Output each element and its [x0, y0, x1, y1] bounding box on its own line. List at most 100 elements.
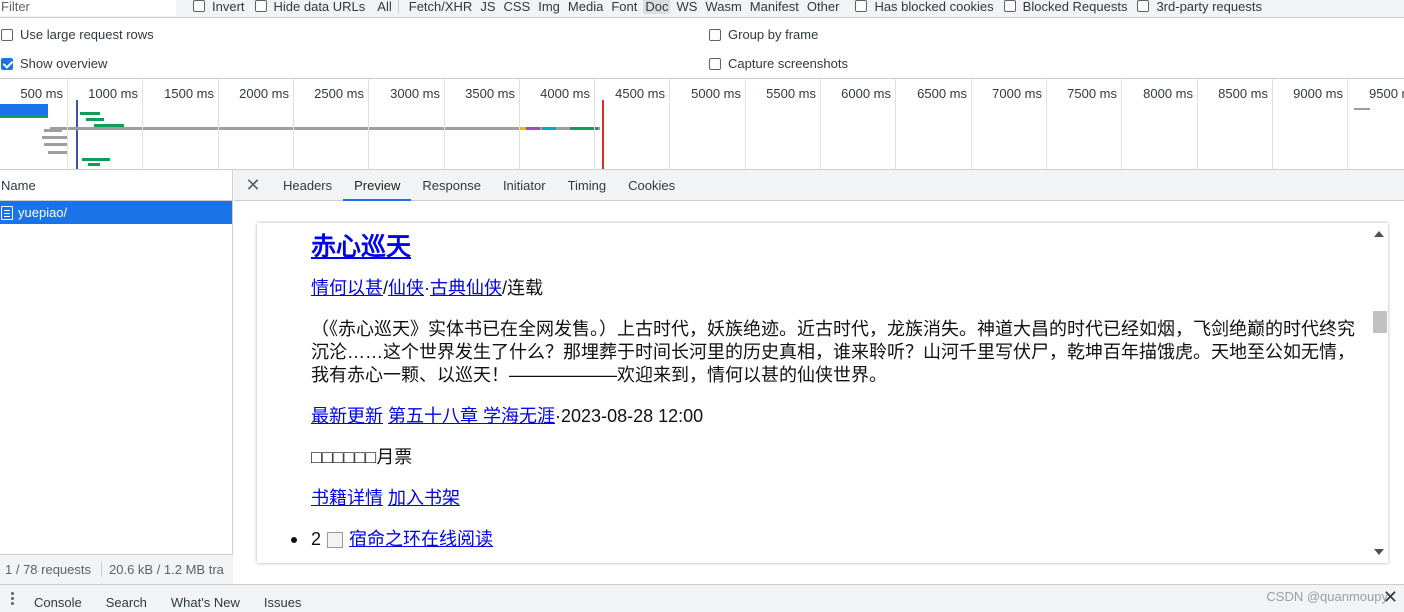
type-filter-font[interactable]: Font — [609, 0, 639, 14]
checkbox-box[interactable] — [709, 28, 721, 41]
drawer-tab-issues[interactable]: Issues — [252, 587, 314, 610]
drawer-tab-console[interactable]: Console — [22, 587, 94, 610]
type-filter-media[interactable]: Media — [566, 0, 605, 14]
overview-bar — [82, 158, 110, 161]
third-party-requests-checkbox[interactable]: 3rd-party requests — [1137, 0, 1262, 14]
timeline-tick-label: 2500 ms — [314, 86, 364, 101]
timeline-gridline — [293, 79, 294, 169]
filter-options: Invert Hide data URLs All Fetch/XHR JS C… — [193, 0, 1272, 15]
tab-cookies[interactable]: Cookies — [617, 170, 686, 200]
status-summary: 1 / 78 requests 20.6 kB / 1.2 MB tra — [0, 554, 233, 584]
timeline-gridline — [1347, 79, 1348, 169]
timeline-gridline — [519, 79, 520, 169]
request-detail-panel: ✕ Headers Preview Response Initiator Tim… — [234, 170, 1404, 584]
tab-response[interactable]: Response — [411, 170, 492, 200]
overview-bar-main-download — [0, 115, 48, 118]
tab-initiator[interactable]: Initiator — [492, 170, 557, 200]
checkbox-box[interactable] — [1003, 0, 1016, 12]
large-rows-option[interactable]: Use large request rows — [1, 27, 154, 42]
drawer-tab-search[interactable]: Search — [94, 587, 159, 610]
preview-scrollbar[interactable] — [1370, 223, 1388, 563]
html-preview[interactable]: 赤心巡天 情何以甚/仙侠·古典仙侠/连载 （《赤心巡天》实体书已在全网发售。）上… — [257, 223, 1388, 563]
overview-long-request — [50, 127, 600, 130]
type-filter-css[interactable]: CSS — [502, 0, 533, 14]
checkbox-box[interactable] — [254, 0, 267, 12]
timeline-tick-label: 6500 ms — [917, 86, 967, 101]
group-by-frame-option[interactable]: Group by frame — [709, 27, 818, 42]
latest-update-link[interactable]: 最新更新 — [311, 406, 383, 426]
close-icon[interactable]: ✕ — [234, 170, 272, 200]
network-overview[interactable]: 500 ms 1000 ms 1500 ms 2000 ms 2500 ms 3000 m… — [0, 78, 1404, 170]
checkbox-box[interactable] — [709, 57, 721, 70]
type-filter-fetch-xhr[interactable]: Fetch/XHR — [407, 0, 475, 14]
type-filter-doc[interactable]: Doc — [643, 0, 671, 14]
add-to-shelf-link[interactable]: 加入书架 — [388, 488, 460, 508]
name-column-header[interactable]: Name — [0, 170, 232, 201]
category-link[interactable]: 仙侠 — [388, 278, 424, 298]
has-blocked-cookies-checkbox[interactable]: Has blocked cookies — [855, 0, 994, 14]
timeline-tick-label: 500 ms — [20, 86, 63, 101]
tab-preview[interactable]: Preview — [343, 170, 412, 201]
type-filter-other[interactable]: Other — [805, 0, 842, 14]
timeline-tick-label: 1500 ms — [164, 86, 214, 101]
timeline-tick-label: 5500 ms — [766, 86, 816, 101]
checkbox-box[interactable] — [193, 0, 205, 12]
timeline-tick-label: 3500 ms — [465, 86, 515, 101]
tab-timing[interactable]: Timing — [557, 170, 618, 200]
request-row[interactable]: yuepiao/ — [0, 201, 232, 224]
type-filter-js[interactable]: JS — [478, 0, 497, 14]
filter-input[interactable] — [0, 0, 176, 16]
scroll-down-icon[interactable] — [1374, 549, 1384, 555]
drawer-tab-whats-new[interactable]: What's New — [159, 587, 252, 610]
checkbox-box[interactable] — [1137, 0, 1150, 12]
timeline-tick-label: 9000 ms — [1293, 86, 1343, 101]
overview-bar — [48, 151, 68, 154]
request-name: yuepiao/ — [18, 205, 68, 220]
type-filter-ws[interactable]: WS — [674, 0, 699, 14]
monthly-ticket: □□□□□□月票 — [311, 447, 413, 467]
timeline-tick-label: 7500 ms — [1067, 86, 1117, 101]
requests-count: 1 / 78 requests — [0, 562, 102, 577]
show-overview-option[interactable]: Show overview — [1, 56, 107, 71]
type-filter-all[interactable]: All — [375, 0, 393, 14]
close-drawer-icon[interactable]: ✕ — [1383, 587, 1398, 608]
document-icon — [1, 205, 13, 220]
transferred-size: 20.6 kB / 1.2 MB tra — [109, 562, 224, 577]
more-options-icon[interactable] — [2, 592, 22, 605]
type-filter-wasm[interactable]: Wasm — [703, 0, 743, 14]
type-filter-img[interactable]: Img — [536, 0, 562, 14]
latest-chapter-link[interactable]: 第五十八章 学海无涯 — [388, 406, 555, 426]
latest-update-time: ·2023-08-28 12:00 — [555, 406, 704, 426]
scroll-up-icon[interactable] — [1374, 231, 1384, 237]
subcategory-link[interactable]: 古典仙侠 — [430, 278, 502, 298]
overview-bar — [526, 127, 540, 130]
book-title-link[interactable]: 赤心巡天 — [311, 233, 411, 261]
invert-checkbox[interactable]: Invert — [193, 0, 245, 14]
scrollbar-thumb[interactable] — [1373, 311, 1387, 333]
timeline-gridline — [745, 79, 746, 169]
author-link[interactable]: 情何以甚 — [311, 278, 383, 298]
timeline-gridline — [444, 79, 445, 169]
overview-bar — [1354, 108, 1370, 110]
timeline-gridline — [820, 79, 821, 169]
tab-headers[interactable]: Headers — [272, 170, 343, 200]
type-filter-manifest[interactable]: Manifest — [748, 0, 801, 14]
blocked-requests-checkbox[interactable]: Blocked Requests — [1003, 0, 1127, 14]
timeline-gridline — [67, 79, 68, 169]
checkbox-box[interactable] — [855, 0, 868, 12]
hide-data-urls-checkbox[interactable]: Hide data URLs — [254, 0, 365, 14]
book-details-link[interactable]: 书籍详情 — [311, 488, 383, 508]
timeline-gridline — [142, 79, 143, 169]
devtools-drawer: Console Search What's New Issues CSDN @q… — [0, 584, 1404, 612]
divider — [397, 0, 399, 13]
preview-list: 2 宿命之环在线阅读 — [291, 528, 1357, 551]
checkbox-box[interactable] — [1, 28, 13, 41]
latest-update: 最新更新 第五十八章 学海无涯·2023-08-28 12:00 — [311, 405, 1357, 428]
overview-bar-main — [0, 104, 48, 115]
detail-tabs: ✕ Headers Preview Response Initiator Tim… — [234, 170, 1404, 201]
overview-bar — [86, 118, 104, 121]
checkbox-box[interactable] — [1, 57, 13, 70]
overview-bar — [94, 124, 124, 127]
read-online-link[interactable]: 宿命之环在线阅读 — [349, 528, 493, 551]
capture-screenshots-option[interactable]: Capture screenshots — [709, 56, 848, 71]
